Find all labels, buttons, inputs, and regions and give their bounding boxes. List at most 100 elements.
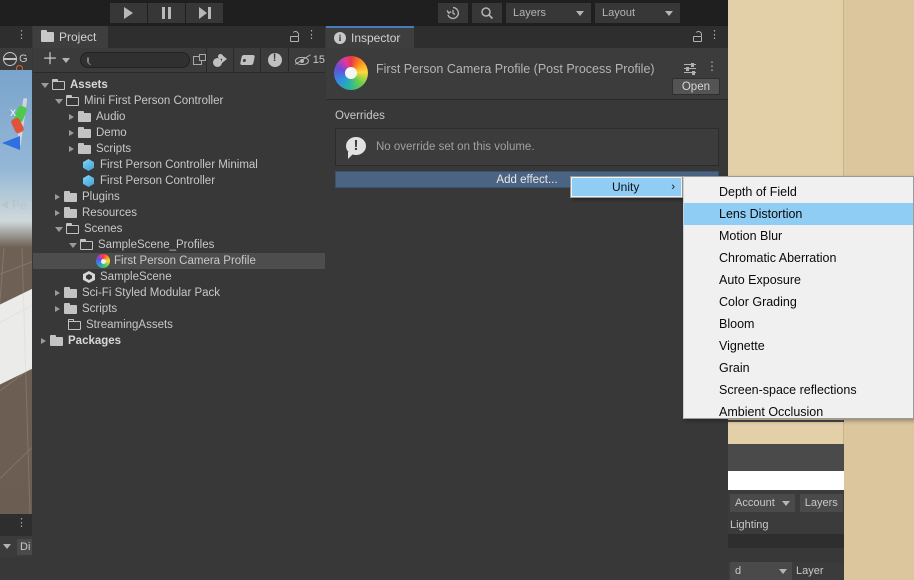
pause-button[interactable] (148, 3, 185, 23)
open-button[interactable]: Open (671, 78, 720, 95)
console-clear-button[interactable]: Di (17, 538, 33, 555)
tree-item[interactable]: Audio (33, 109, 325, 125)
menu-item-effect[interactable]: Ambient Occlusion (684, 401, 913, 423)
chevron-right-icon[interactable] (41, 338, 46, 344)
menu-item-label: Color Grading (719, 295, 797, 309)
tab-project[interactable]: Project (33, 26, 109, 48)
tree-item-label: Scripts (82, 303, 118, 315)
pause-icon (162, 7, 171, 19)
expand-search-icon[interactable] (193, 53, 206, 67)
menu-item-effect[interactable]: Vignette (684, 335, 913, 357)
chevron-down-icon[interactable] (55, 98, 63, 104)
menu-item-unity-label: Unity (611, 180, 640, 194)
lock-icon[interactable] (290, 31, 299, 42)
project-asset-tree[interactable]: Assets Mini First Person Controller Audio D… (33, 73, 325, 349)
search-button[interactable] (472, 3, 502, 23)
chevron-right-icon[interactable] (55, 290, 60, 296)
bg-dropdown-label: d (735, 565, 742, 577)
console-log-area[interactable] (0, 557, 32, 580)
scene-viewport[interactable]: X Pe (0, 70, 32, 514)
folder-icon (64, 206, 78, 220)
menu-item-effect[interactable]: Grain (684, 357, 913, 379)
menu-item-effect[interactable]: Bloom (684, 313, 913, 335)
tree-item[interactable]: First Person Controller Minimal (33, 157, 325, 173)
tree-item[interactable]: Sci-Fi Styled Modular Pack (33, 285, 325, 301)
tree-item[interactable]: Plugins (33, 189, 325, 205)
bg-account-label: Account (735, 497, 775, 509)
chevron-down-icon[interactable] (55, 226, 63, 232)
chevron-right-icon[interactable] (55, 210, 60, 216)
step-button[interactable] (186, 3, 223, 23)
folder-icon (64, 286, 78, 300)
scene-view-panel[interactable]: ⋮ G X Pe (0, 26, 32, 514)
chevron-right-icon[interactable] (55, 306, 60, 312)
chevron-down-icon (665, 10, 673, 16)
chevron-right-icon[interactable] (55, 194, 60, 200)
chevron-down-icon (781, 500, 790, 506)
tree-item[interactable]: SampleScene_Profiles (33, 237, 325, 253)
tree-item-label: Plugins (82, 191, 120, 203)
folder-icon (64, 302, 78, 316)
context-menu-effects[interactable]: Depth of Field Lens Distortion Motion Blur… (683, 176, 914, 419)
menu-item-label: Lens Distortion (719, 207, 803, 221)
tree-item[interactable]: Scripts (33, 141, 325, 157)
folder-open-icon (66, 222, 80, 236)
history-button[interactable] (438, 3, 468, 23)
folder-icon (41, 29, 54, 42)
chevron-down-icon[interactable] (41, 82, 49, 88)
project-search-box[interactable] (80, 52, 225, 68)
menu-item-effect[interactable]: Color Grading (684, 291, 913, 313)
play-button[interactable] (110, 3, 147, 23)
bg-layers-dropdown[interactable]: Layers (799, 494, 843, 512)
chevron-down-icon[interactable] (69, 242, 77, 248)
filter-by-label-button[interactable] (234, 48, 260, 73)
kebab-menu-icon[interactable]: ⋮ (306, 30, 317, 41)
prefab-icon (82, 174, 96, 188)
menu-item-effect[interactable]: Screen-space reflections (684, 379, 913, 401)
bg-object-dropdown[interactable]: d (730, 562, 792, 580)
menu-item-effect[interactable]: Lens Distortion (684, 203, 913, 225)
bg-lighting-label: Lighting (730, 519, 769, 531)
console-panel[interactable]: ⋮ Di (0, 514, 33, 580)
save-filter-button[interactable] (207, 48, 233, 73)
layout-dropdown[interactable]: Layout (595, 3, 680, 23)
menu-item-effect[interactable]: Motion Blur (684, 225, 913, 247)
tree-item-label: SampleScene (100, 271, 172, 283)
tab-inspector[interactable]: Inspector (326, 26, 415, 48)
filter-by-type-button[interactable] (261, 48, 287, 73)
tree-item[interactable]: First Person Controller (33, 173, 325, 189)
preset-icon[interactable] (684, 62, 698, 75)
kebab-menu-icon[interactable]: ⋮ (16, 518, 27, 529)
tree-item[interactable]: Scenes (33, 221, 325, 237)
tree-item[interactable]: First Person Camera Profile (33, 253, 325, 269)
tree-item[interactable]: Demo (33, 125, 325, 141)
tree-item[interactable]: Resources (33, 205, 325, 221)
chevron-right-icon[interactable] (69, 114, 74, 120)
tree-item[interactable]: Scripts (33, 301, 325, 317)
bg-account-dropdown[interactable]: Account (730, 494, 795, 512)
tree-item[interactable]: SampleScene (33, 269, 325, 285)
hidden-assets-toggle[interactable]: 15 (289, 54, 325, 66)
folder-outline-icon (68, 318, 82, 332)
menu-item-effect[interactable]: Depth of Field (684, 181, 913, 203)
menu-item-effect[interactable]: Auto Exposure (684, 269, 913, 291)
globe-icon[interactable] (2, 52, 23, 72)
tree-item[interactable]: Assets (33, 77, 325, 93)
kebab-menu-icon[interactable]: ⋮ (706, 60, 718, 72)
chevron-right-icon[interactable] (69, 130, 74, 136)
bg-window-lighting-row[interactable]: Lighting (728, 516, 844, 534)
kebab-menu-icon[interactable]: ⋮ (709, 30, 720, 41)
tree-item[interactable]: Packages (33, 333, 325, 349)
layers-dropdown[interactable]: Layers (506, 3, 591, 23)
transform-gizmo[interactable]: X (2, 92, 32, 162)
perspective-label: Pe (12, 198, 27, 212)
create-asset-button[interactable]: ＋ (33, 52, 78, 68)
menu-item-unity[interactable]: Unity › (572, 178, 681, 196)
kebab-menu-icon[interactable]: ⋮ (16, 30, 27, 41)
lock-icon[interactable] (693, 31, 702, 42)
menu-item-effect[interactable]: Chromatic Aberration (684, 247, 913, 269)
tree-item[interactable]: Mini First Person Controller (33, 93, 325, 109)
tree-item[interactable]: StreamingAssets (33, 317, 325, 333)
chevron-down-icon[interactable] (3, 544, 11, 549)
chevron-right-icon[interactable] (69, 146, 74, 152)
